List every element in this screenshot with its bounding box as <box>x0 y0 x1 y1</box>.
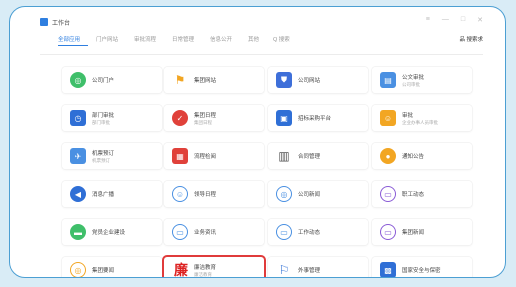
tab-all-apps[interactable]: 全部应用 <box>58 35 80 43</box>
app-logo-icon <box>40 18 48 26</box>
ticket-icon: ✈ <box>70 148 86 164</box>
title-bar: 工作台 ≡ — □ ✕ <box>10 7 505 29</box>
close-icon[interactable]: ✕ <box>477 16 483 24</box>
app-tile-label: 领导日程 <box>194 192 217 198</box>
app-tile-label: 合同管理 <box>298 154 321 160</box>
app-tile[interactable]: 廉廉洁教育 廉洁教育 <box>164 257 264 278</box>
clock-icon: ◷ <box>70 110 86 126</box>
tab-approval[interactable]: 审批流程 <box>134 35 156 43</box>
news-icon: ◎ <box>276 186 292 202</box>
search-button[interactable]: Q 搜索 <box>273 35 290 43</box>
app-tile-label: 国家安全与保密 <box>402 268 441 274</box>
app-tile[interactable]: ⛊ 公司网站 <box>268 67 368 93</box>
app-tile-label: 集团要闻 <box>92 268 115 274</box>
info-icon: ▭ <box>172 224 188 240</box>
app-tile[interactable]: ◀ 消息广播 <box>62 181 162 207</box>
app-tile[interactable]: ◎ 公司门户 <box>62 67 162 93</box>
app-tile[interactable]: ▬ 党员企业建设 <box>62 219 162 245</box>
app-tile-label: 廉洁教育 <box>194 264 217 271</box>
app-tile[interactable]: ✓ 集团日程 集团日程 <box>164 105 264 131</box>
app-tile-sublabel: 部门审批 <box>92 119 110 125</box>
app-tile-sublabel: 集团日程 <box>194 119 212 125</box>
app-tile-label: 部门审批 <box>92 112 115 119</box>
app-tile-label: 党员企业建设 <box>92 230 126 236</box>
person-card-icon: ☺ <box>172 186 188 202</box>
flag-icon: ⚑ <box>174 73 186 87</box>
app-tile[interactable]: ● 通知公告 <box>372 143 472 169</box>
app-window: 工作台 ≡ — □ ✕ 全部应用 门户网站 审批流程 日常管理 信息公开 其他 … <box>9 6 506 278</box>
window-controls: ≡ — □ ✕ <box>426 16 483 24</box>
app-tile[interactable]: ◎ 集团要闻 <box>62 257 162 277</box>
dynamic-icon: ▭ <box>380 186 396 202</box>
shield-icon: ⛊ <box>276 72 292 88</box>
app-tile[interactable]: ◷ 部门审批 部门审批 <box>62 105 162 131</box>
divider <box>40 54 483 55</box>
tab-bar: 全部应用 门户网站 审批流程 日常管理 信息公开 其他 Q 搜索 品 搜索求 <box>10 35 505 51</box>
app-tile-label: 机票预订 <box>92 150 115 157</box>
app-tile-label: 工作动态 <box>298 230 321 236</box>
app-tile-sublabel: 机票预订 <box>92 157 110 163</box>
app-tile[interactable]: ▭ 职工动态 <box>372 181 472 207</box>
active-tab-indicator <box>58 45 88 46</box>
app-tile-sublabel: 企业办事人员审批 <box>402 119 438 125</box>
app-tile-label: 公司门户 <box>92 78 115 84</box>
app-tile[interactable]: ▩ 国家安全与保密 <box>372 257 472 277</box>
app-tile-label: 集团新闻 <box>402 230 425 236</box>
menu-icon[interactable]: ≡ <box>426 16 430 24</box>
more-button[interactable]: 品 搜索求 <box>459 35 483 43</box>
tab-info[interactable]: 信息公开 <box>210 35 232 43</box>
chat-icon: ● <box>380 148 396 164</box>
app-tile[interactable]: ▥ 合同管理 <box>268 143 368 169</box>
app-tile[interactable]: ▭ 工作动态 <box>268 219 368 245</box>
building-icon: ▣ <box>276 110 292 126</box>
app-tile-label: 外事管理 <box>298 268 321 274</box>
app-tile-label: 招标采购平台 <box>298 116 332 122</box>
app-tile-label: 业务资讯 <box>194 230 217 236</box>
app-tile-label: 公文审批 <box>402 74 425 81</box>
app-tile-label: 职工动态 <box>402 192 425 198</box>
security-icon: ▩ <box>380 262 396 277</box>
window-title: 工作台 <box>52 21 71 27</box>
broadcast-icon: ◀ <box>70 186 86 202</box>
app-tile-label: 公司网站 <box>298 78 321 84</box>
minimize-icon[interactable]: — <box>442 16 449 24</box>
tab-daily[interactable]: 日常管理 <box>172 35 194 43</box>
group-news-icon: ▭ <box>380 224 396 240</box>
app-tile-label: 集团网站 <box>194 78 217 84</box>
app-tile[interactable]: ⚐ 外事管理 <box>268 257 368 277</box>
green-circle-icon: ◎ <box>70 72 86 88</box>
app-tile[interactable]: ▭ 集团新闻 <box>372 219 472 245</box>
calendar-icon: ▦ <box>172 148 188 164</box>
app-tile[interactable]: ⚑ 集团网站 <box>164 67 264 93</box>
app-tile-label: 集团日程 <box>194 112 217 119</box>
tab-portal[interactable]: 门户网站 <box>96 35 118 43</box>
app-tile-label: 通知公告 <box>402 154 425 160</box>
app-tile-sublabel: 廉洁教育 <box>194 271 212 277</box>
target-icon: ◎ <box>70 262 86 277</box>
app-tile[interactable]: ▣ 招标采购平台 <box>268 105 368 131</box>
tab-other[interactable]: 其他 <box>248 35 259 43</box>
app-tile[interactable]: ▤ 公文审批 公司审批 <box>372 67 472 93</box>
app-tile[interactable]: ▭ 业务资讯 <box>164 219 264 245</box>
app-tile[interactable]: ▦ 流程检阅 <box>164 143 264 169</box>
app-tile[interactable]: ✈ 机票预订 机票预订 <box>62 143 162 169</box>
app-tile-label: 公司新闻 <box>298 192 321 198</box>
person-icon: ☺ <box>380 110 396 126</box>
work-icon: ▭ <box>276 224 292 240</box>
document-icon: ▤ <box>380 72 396 88</box>
check-circle-icon: ✓ <box>172 110 188 126</box>
maximize-icon[interactable]: □ <box>461 16 465 24</box>
app-tile-label: 审批 <box>402 112 414 119</box>
party-icon: ▬ <box>70 224 86 240</box>
app-tile-label: 消息广播 <box>92 192 115 198</box>
app-tile-sublabel: 公司审批 <box>402 81 420 87</box>
printer-icon: ▥ <box>278 149 290 163</box>
flag-run-icon: ⚐ <box>278 263 290 277</box>
app-tile-label: 流程检阅 <box>194 154 217 160</box>
app-tile[interactable]: ☺ 审批 企业办事人员审批 <box>372 105 472 131</box>
app-tile[interactable]: ☺ 领导日程 <box>164 181 264 207</box>
lian-seal-icon: 廉 <box>174 263 188 278</box>
app-tile[interactable]: ◎ 公司新闻 <box>268 181 368 207</box>
